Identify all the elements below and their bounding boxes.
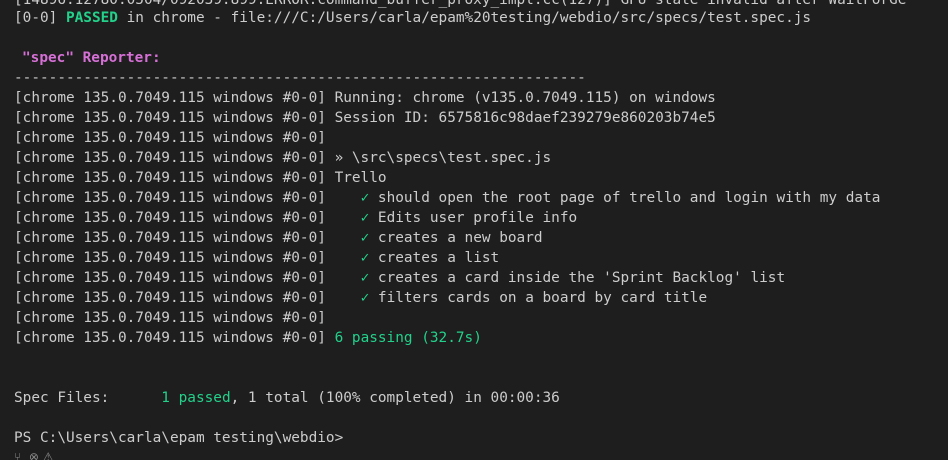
test-line: [chrome 135.0.7049.115 windows #0-0] ✓ E… (14, 208, 577, 228)
reporter-label: Reporter: (73, 50, 161, 66)
test-result-line: [0-0] PASSED in chrome - file:///C:/User… (14, 8, 811, 28)
log-prefix: [chrome 135.0.7049.115 windows #0-0] (14, 290, 326, 306)
status-icons: ⑂ ⊗ ⚠ (14, 450, 54, 460)
reporter-heading: "spec" Reporter: (22, 48, 161, 68)
log-line: [chrome 135.0.7049.115 windows #0-0] (14, 128, 326, 148)
test-line: [chrome 135.0.7049.115 windows #0-0] ✓ c… (14, 228, 543, 248)
checkmark-icon: ✓ (360, 290, 370, 306)
error-icon: ⊗ (28, 450, 39, 460)
checkmark-icon: ✓ (360, 270, 370, 286)
test-result-detail: in chrome - file:///C:/Users/carla/epam%… (117, 10, 812, 26)
log-prefix: [chrome 135.0.7049.115 windows #0-0] (14, 90, 326, 106)
spec-files-line: Spec Files: 1 passed, 1 total (100% comp… (14, 388, 560, 408)
log-text: Trello (325, 170, 387, 186)
log-line: [chrome 135.0.7049.115 windows #0-0] Ses… (14, 108, 716, 128)
test-line: [chrome 135.0.7049.115 windows #0-0] ✓ c… (14, 268, 785, 288)
reporter-name: "spec" (22, 50, 74, 66)
worker-id: [0-0] (14, 10, 66, 26)
log-prefix: [chrome 135.0.7049.115 windows #0-0] (14, 310, 326, 326)
passing-summary: 6 passing (32.7s) (334, 330, 482, 346)
test-title: filters cards on a board by card title (377, 290, 708, 306)
log-line: [chrome 135.0.7049.115 windows #0-0] (14, 308, 326, 328)
test-title: Edits user profile info (377, 210, 578, 226)
log-prefix: [chrome 135.0.7049.115 windows #0-0] (14, 130, 326, 146)
log-prefix: [chrome 135.0.7049.115 windows #0-0] (14, 170, 326, 186)
checkmark-icon: ✓ (360, 250, 370, 266)
log-prefix: [chrome 135.0.7049.115 windows #0-0] (14, 330, 326, 346)
test-title: should open the root page of trello and … (377, 190, 881, 206)
log-prefix: [chrome 135.0.7049.115 windows #0-0] (14, 270, 326, 286)
log-line: [chrome 135.0.7049.115 windows #0-0] Tre… (14, 168, 387, 188)
test-title: creates a card inside the 'Sprint Backlo… (377, 270, 786, 286)
log-prefix: [chrome 135.0.7049.115 windows #0-0] (14, 250, 326, 266)
checkmark-icon: ✓ (360, 230, 370, 246)
log-text: Session ID: 6575816c98daef239279e860203b… (325, 110, 716, 126)
log-line: [chrome 135.0.7049.115 windows #0-0] » \… (14, 148, 551, 168)
log-prefix: [chrome 135.0.7049.115 windows #0-0] (14, 110, 326, 126)
branch-icon: ⑂ (14, 450, 22, 460)
shell-prompt[interactable]: PS C:\Users\carla\epam testing\webdio> (14, 428, 343, 448)
passed-status: PASSED (65, 10, 118, 26)
log-text: Running: chrome (v135.0.7049.115) on win… (325, 90, 716, 106)
warning-icon: ⚠ (42, 450, 54, 460)
summary-line: [chrome 135.0.7049.115 windows #0-0] 6 p… (14, 328, 482, 348)
test-line: [chrome 135.0.7049.115 windows #0-0] ✓ c… (14, 248, 499, 268)
test-line: [chrome 135.0.7049.115 windows #0-0] ✓ f… (14, 288, 707, 308)
log-prefix: [chrome 135.0.7049.115 windows #0-0] (14, 210, 326, 226)
spec-files-detail: , 1 total (100% completed) in 00:00:36 (230, 390, 560, 406)
log-prefix: [chrome 135.0.7049.115 windows #0-0] (14, 230, 326, 246)
spec-files-passed: 1 passed (161, 390, 231, 406)
log-prefix: [chrome 135.0.7049.115 windows #0-0] (14, 190, 326, 206)
log-prefix: [chrome 135.0.7049.115 windows #0-0] (14, 150, 326, 166)
test-line: [chrome 135.0.7049.115 windows #0-0] ✓ s… (14, 188, 880, 208)
test-title: creates a new board (377, 230, 543, 246)
log-text: » \src\specs\test.spec.js (325, 150, 552, 166)
spec-files-label: Spec Files: (14, 390, 110, 406)
log-line: [chrome 135.0.7049.115 windows #0-0] Run… (14, 88, 716, 108)
test-title: creates a list (377, 250, 500, 266)
checkmark-icon: ✓ (360, 190, 370, 206)
terminal-output[interactable]: [14896:12780:0504/092039.899:ERROR:comma… (0, 0, 948, 460)
separator-line: ----------------------------------------… (14, 70, 586, 86)
checkmark-icon: ✓ (360, 210, 370, 226)
